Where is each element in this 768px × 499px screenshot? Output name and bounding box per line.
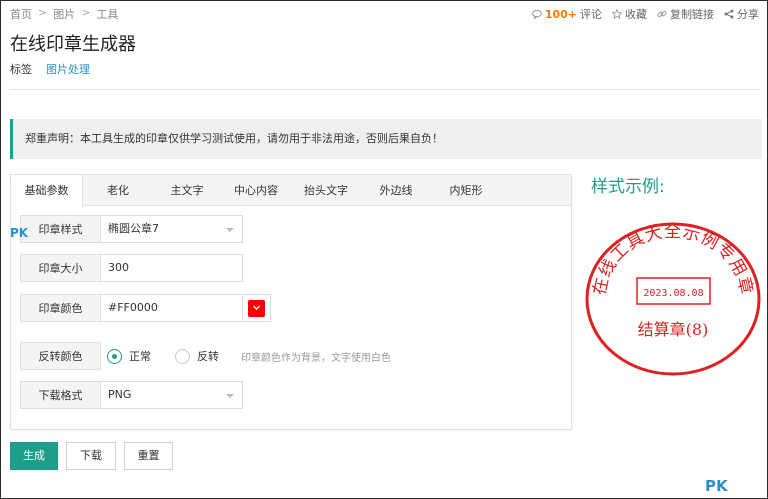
tag-label: 标签 [10,63,32,76]
tab-basic-params[interactable]: 基础参数 [11,175,83,207]
tag-link-image-processing[interactable]: 图片处理 [46,61,90,77]
favorite-label: 收藏 [625,8,647,21]
chevron-down-icon [253,305,260,310]
comment-label: 评论 [580,8,602,21]
share-icon [724,9,734,19]
divider [10,89,759,90]
size-label: 印章大小 [20,254,101,282]
tab-outer-border[interactable]: 外边线 [361,175,431,206]
style-select-value: 椭圆公章7 [108,222,159,235]
chevron-down-icon [226,228,234,232]
copy-link-action[interactable]: 复制链接 [657,6,714,22]
size-input[interactable]: 300 [101,254,243,282]
format-select[interactable]: PNG [101,381,243,409]
favorite-action[interactable]: 收藏 [612,6,647,22]
radio-normal[interactable]: 正常 [107,348,151,364]
stamp-arc-text: 在线工具大全示例专用章 [590,222,757,297]
color-label: 印章颜色 [20,294,101,322]
format-row: 下载格式 PNG [20,381,243,409]
radio-reverse-label: 反转 [197,350,219,363]
settings-panel: 基础参数 老化 主文字 中心内容 抬头文字 外边线 内矩形 印章样式 椭圆公章7… [10,174,572,430]
share-action[interactable]: 分享 [724,6,759,22]
breadcrumb-tools[interactable]: 工具 [96,6,118,22]
breadcrumb: 首页 > 图片 > 工具 [10,6,118,22]
page-actions: 100+ 评论 收藏 复制链接 分享 [532,6,759,22]
tab-inner-rect[interactable]: 内矩形 [431,175,501,206]
style-select[interactable]: 椭圆公章7 [101,215,243,243]
tab-bar: 基础参数 老化 主文字 中心内容 抬头文字 外边线 内矩形 [11,175,571,207]
chevron-down-icon [226,394,234,398]
format-select-value: PNG [108,388,132,401]
comment-count: 100+ [544,7,577,21]
comment-action[interactable]: 100+ 评论 [532,6,602,22]
disclaimer-notice: 郑重声明：本工具生成的印章仅供学习测试使用，请勿用于非法用途，否则后果自负！ [10,119,762,159]
invert-hint: 印章颜色作为背景，文字使用白色 [241,352,391,364]
tab-center-content[interactable]: 中心内容 [221,175,291,206]
reset-button[interactable]: 重置 [124,442,173,470]
color-input[interactable]: #FF0000 [101,294,243,322]
comment-icon [532,9,542,19]
invert-radio-group: 正常 反转 印章颜色作为背景，文字使用白色 [107,342,391,370]
radio-unchecked-icon [175,348,190,364]
copy-link-label: 复制链接 [670,8,714,21]
breadcrumb-images[interactable]: 图片 [53,6,75,22]
breadcrumb-separator: > [81,6,91,19]
color-swatch [248,300,265,317]
tab-header-text[interactable]: 抬头文字 [291,175,361,206]
stamp-center-text: 结算章(8) [638,320,709,339]
breadcrumb-home[interactable]: 首页 [10,6,32,22]
radio-reverse[interactable]: 反转 [175,348,219,364]
invert-label: 反转颜色 [20,342,101,370]
tab-aging[interactable]: 老化 [83,175,153,206]
window-frame: 首页 > 图片 > 工具 100+ 评论 收藏 复制链接 分享 在线印章生成器 … [0,0,768,499]
style-label: 印章样式 [20,215,101,243]
color-picker[interactable] [243,294,271,322]
size-row: 印章大小 300 [20,254,243,282]
radio-normal-label: 正常 [129,350,151,363]
breadcrumb-separator: > [38,6,48,19]
invert-row: 反转颜色 正常 反转 印章颜色作为背景，文字使用白色 [20,342,391,370]
stamp-date: 2023.08.08 [643,288,703,299]
sample-title: 样式示例: [591,177,665,197]
style-row: 印章样式 椭圆公章7 [20,215,243,243]
generate-button[interactable]: 生成 [10,442,58,470]
star-icon [612,9,622,19]
format-label: 下载格式 [20,381,101,409]
stamp-preview: 在线工具大全示例专用章 2023.08.08 结算章(8) [585,222,761,376]
watermark-logo: PK [10,226,29,240]
watermark-logo: PK [705,477,728,495]
download-button[interactable]: 下载 [66,442,116,470]
link-icon [657,9,667,19]
color-row: 印章颜色 #FF0000 [20,294,271,322]
tab-main-text[interactable]: 主文字 [153,175,221,206]
top-bar: 首页 > 图片 > 工具 100+ 评论 收藏 复制链接 分享 [10,6,759,22]
tag-row: 标签 图片处理 [10,61,90,77]
radio-checked-icon [107,348,122,364]
page-title: 在线印章生成器 [10,34,136,55]
share-label: 分享 [737,8,759,21]
